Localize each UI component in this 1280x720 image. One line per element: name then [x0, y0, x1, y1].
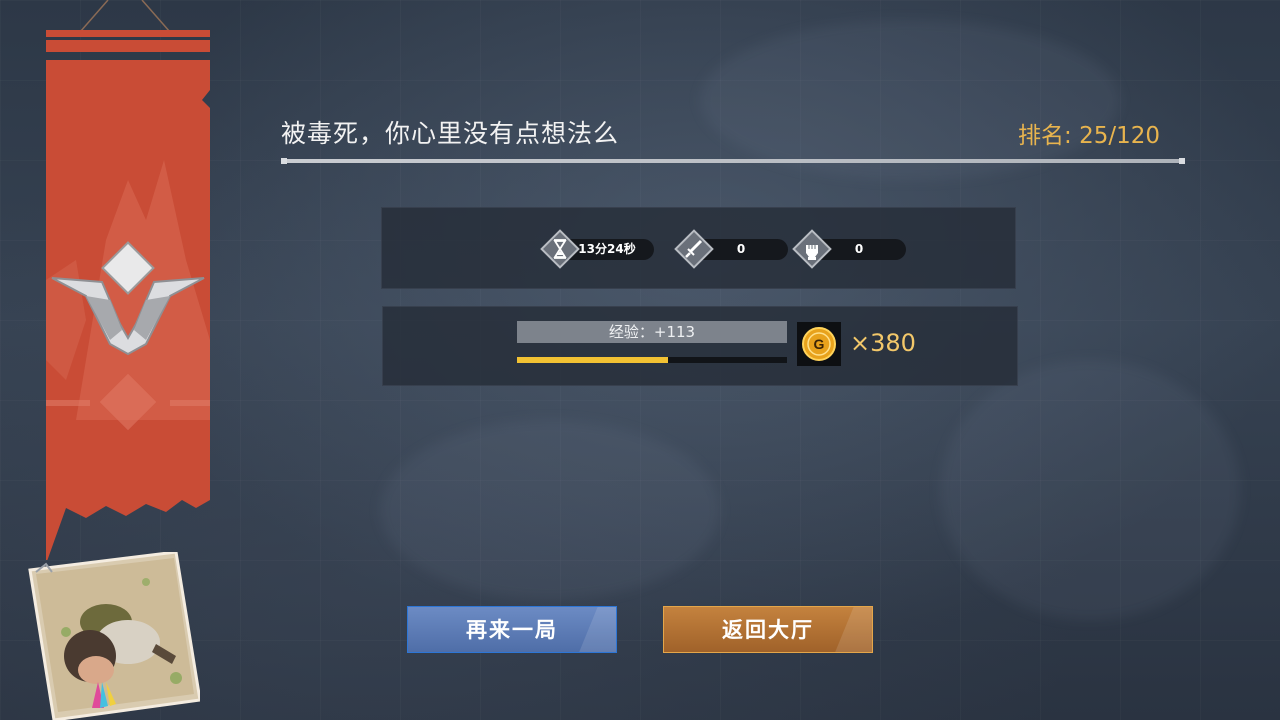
rank-value: 25/120: [1079, 123, 1160, 149]
coin-count: ×380: [850, 329, 916, 357]
banner-rod: [46, 30, 210, 37]
stats-panel: 13分24秒 0 0: [381, 207, 1016, 289]
stat-damage: 0: [792, 229, 906, 269]
banner-rod: [46, 40, 210, 52]
map-decoration: [700, 20, 1120, 180]
rank-banner: [46, 60, 210, 560]
back-to-lobby-label: 返回大厅: [722, 618, 814, 642]
button-sheen: [579, 607, 616, 652]
back-to-lobby-button[interactable]: 返回大厅: [663, 606, 873, 653]
result-screen: 被毒死，你心里没有点想法么 排名: 25/120 13分24秒 0 0 经验：+…: [0, 0, 1280, 720]
stat-kills: 0: [674, 229, 788, 269]
coin-icon-box: G: [797, 322, 841, 366]
sword-icon: [674, 229, 714, 269]
play-again-label: 再来一局: [466, 618, 558, 642]
play-again-button[interactable]: 再来一局: [407, 606, 617, 653]
reward-panel: [382, 306, 1018, 386]
rank-display: 排名: 25/120: [1018, 116, 1160, 150]
rank-label: 排名:: [1018, 123, 1072, 149]
exp-progress-fill: [517, 357, 669, 363]
stat-survival-time: 13分24秒: [540, 229, 654, 269]
character-card: [28, 552, 200, 720]
exp-label: 经验：+113: [517, 321, 787, 343]
result-title: 被毒死，你心里没有点想法么: [281, 119, 620, 148]
exp-progress-bar: [517, 357, 787, 363]
fist-icon: [792, 229, 832, 269]
map-decoration: [380, 420, 720, 600]
button-sheen: [835, 607, 872, 652]
hourglass-icon: [540, 229, 580, 269]
gold-coin-icon: G: [802, 327, 836, 361]
map-decoration: [940, 360, 1240, 620]
header-divider: [281, 158, 1185, 164]
coin-symbol: G: [814, 336, 825, 352]
